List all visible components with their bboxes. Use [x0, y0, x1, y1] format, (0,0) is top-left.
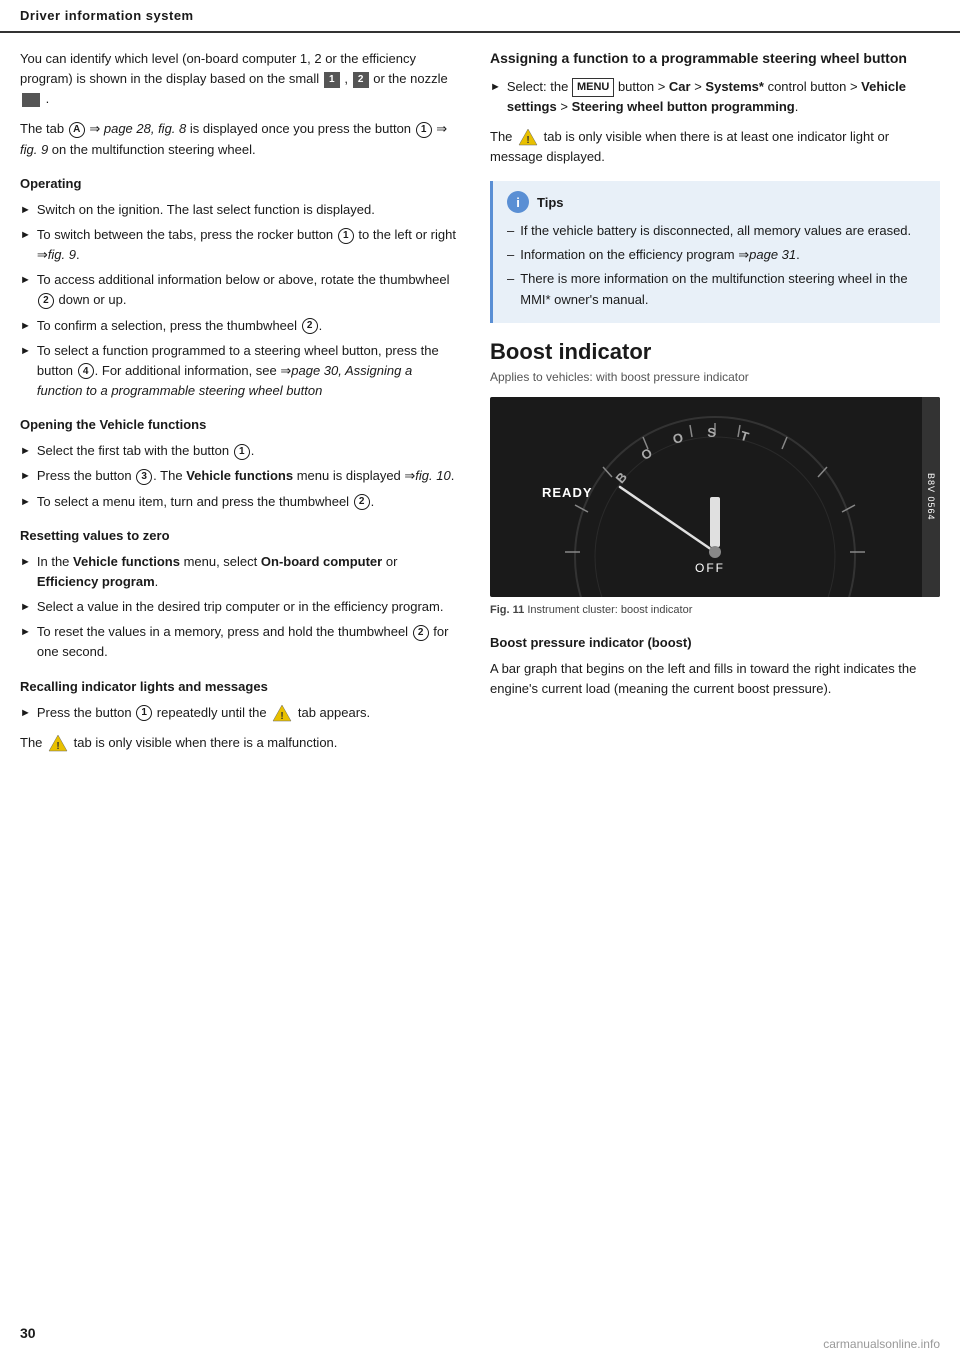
num-2-badge: 2: [353, 72, 369, 88]
svg-text:READY: READY: [542, 485, 593, 500]
svg-text:OFF: OFF: [695, 561, 725, 575]
tips-item-1: – If the vehicle battery is disconnected…: [507, 221, 926, 242]
tab-a-paragraph: The tab A ⇒ page 28, fig. 8 is displayed…: [20, 119, 460, 159]
num-1-badge: 1: [324, 72, 340, 88]
bullet-2: ►: [20, 227, 31, 244]
menu-button-box: MENU: [572, 78, 614, 97]
right-column: Assigning a function to a programmable s…: [490, 49, 940, 763]
tips-item-2: – Information on the efficiency program …: [507, 245, 926, 266]
boost-subtitle: Applies to vehicles: with boost pressure…: [490, 368, 940, 387]
fig-caption: Fig. 11 Instrument cluster: boost indica…: [490, 602, 940, 619]
tips-title: Tips: [537, 195, 564, 210]
tips-icon: i: [507, 191, 529, 213]
bullet-1: ►: [20, 202, 31, 219]
bullet-r3: ►: [20, 624, 31, 641]
boost-gauge: B O O S T READY OFF: [490, 397, 940, 597]
intro-paragraph: You can identify which level (on-board c…: [20, 49, 460, 109]
assign-tab-paragraph: The ! tab is only visible when there is …: [490, 127, 940, 167]
assign-title: Assigning a function to a programmable s…: [490, 49, 940, 69]
bullet-4: ►: [20, 318, 31, 335]
operating-title: Operating: [20, 174, 460, 194]
tips-item-3: – There is more information on the multi…: [507, 269, 926, 311]
recalling-list: ► Press the button 1 repeatedly until th…: [20, 703, 460, 723]
btn-1-circle-c: 1: [234, 444, 250, 460]
operating-list: ► Switch on the ignition. The last selec…: [20, 200, 460, 401]
op-item-4: ► To confirm a selection, press the thum…: [20, 316, 460, 336]
tab-a-circle: A: [69, 122, 85, 138]
page-title: Driver information system: [20, 8, 194, 23]
boost-pressure-title: Boost pressure indicator (boost): [490, 633, 940, 653]
resetting-title: Resetting values to zero: [20, 526, 460, 546]
boost-pressure-text: A bar graph that begins on the left and …: [490, 659, 940, 699]
op-item-2: ► To switch between the tabs, press the …: [20, 225, 460, 265]
btn-2-circle-d: 2: [413, 625, 429, 641]
tips-list: – If the vehicle battery is disconnected…: [507, 221, 926, 310]
svg-text:!: !: [56, 741, 59, 752]
comma-sep: ,: [344, 71, 351, 86]
resetting-list: ► In the Vehicle functions menu, select …: [20, 552, 460, 663]
page-header: Driver information system: [0, 0, 960, 33]
reset-item-2: ► Select a value in the desired trip com…: [20, 597, 460, 617]
fig-label: Fig. 11: [490, 604, 524, 616]
sidebar-code: B8V 0564: [922, 397, 940, 597]
malfunction-paragraph: The ! tab is only visible when there is …: [20, 733, 460, 753]
open-item-3: ► To select a menu item, turn and press …: [20, 492, 460, 512]
page: Driver information system You can identi…: [0, 0, 960, 1361]
left-column: You can identify which level (on-board c…: [20, 49, 460, 763]
btn-3-circle: 3: [136, 469, 152, 485]
tips-box: i Tips – If the vehicle battery is disco…: [490, 181, 940, 323]
fig-desc: Instrument cluster: boost indicator: [527, 604, 692, 616]
watermark: carmanualsonline.info: [823, 1337, 940, 1351]
bullet-rc1: ►: [20, 705, 31, 722]
reset-item-3: ► To reset the values in a memory, press…: [20, 622, 460, 662]
warning-tab-icon-3: !: [518, 128, 538, 146]
bullet-r2: ►: [20, 599, 31, 616]
bullet-o1: ►: [20, 443, 31, 460]
svg-text:!: !: [526, 135, 529, 146]
op-item-1: ► Switch on the ignition. The last selec…: [20, 200, 460, 220]
open-item-2: ► Press the button 3. The Vehicle functi…: [20, 466, 460, 486]
bullet-3: ►: [20, 272, 31, 289]
recalling-title: Recalling indicator lights and messages: [20, 677, 460, 697]
btn-2-circle-c: 2: [354, 494, 370, 510]
main-content: You can identify which level (on-board c…: [0, 33, 960, 779]
boost-title: Boost indicator: [490, 339, 940, 365]
tips-header: i Tips: [507, 191, 926, 213]
open-item-1: ► Select the first tab with the button 1…: [20, 441, 460, 461]
btn-4-circle: 4: [78, 363, 94, 379]
btn-2-circle-b: 2: [302, 318, 318, 334]
assign-list: ► Select: the MENU button > Car > System…: [490, 77, 940, 117]
bullet-o2: ►: [20, 468, 31, 485]
svg-text:!: !: [281, 711, 284, 722]
recall-item-1: ► Press the button 1 repeatedly until th…: [20, 703, 460, 723]
assign-item-1: ► Select: the MENU button > Car > System…: [490, 77, 940, 117]
warning-tab-icon-1: !: [272, 704, 292, 722]
boost-image: B O O S T READY OFF B8V: [490, 397, 940, 597]
bullet-5: ►: [20, 343, 31, 360]
boost-gauge-svg: B O O S T READY OFF: [490, 397, 940, 597]
btn-1-circle-d: 1: [136, 705, 152, 721]
btn-1-circle-b: 1: [338, 228, 354, 244]
sidebar-text: B8V 0564: [926, 473, 936, 521]
btn-2-circle-a: 2: [38, 293, 54, 309]
bullet-as1: ►: [490, 79, 501, 96]
reset-item-1: ► In the Vehicle functions menu, select …: [20, 552, 460, 592]
nozzle-icon: [22, 93, 40, 107]
op-item-5: ► To select a function programmed to a s…: [20, 341, 460, 401]
warning-tab-icon-2: !: [48, 734, 68, 752]
opening-list: ► Select the first tab with the button 1…: [20, 441, 460, 511]
opening-title: Opening the Vehicle functions: [20, 415, 460, 435]
bullet-o3: ►: [20, 494, 31, 511]
op-item-3: ► To access additional information below…: [20, 270, 460, 310]
btn-1-circle-a: 1: [416, 122, 432, 138]
bullet-r1: ►: [20, 554, 31, 571]
page-number: 30: [20, 1325, 36, 1341]
